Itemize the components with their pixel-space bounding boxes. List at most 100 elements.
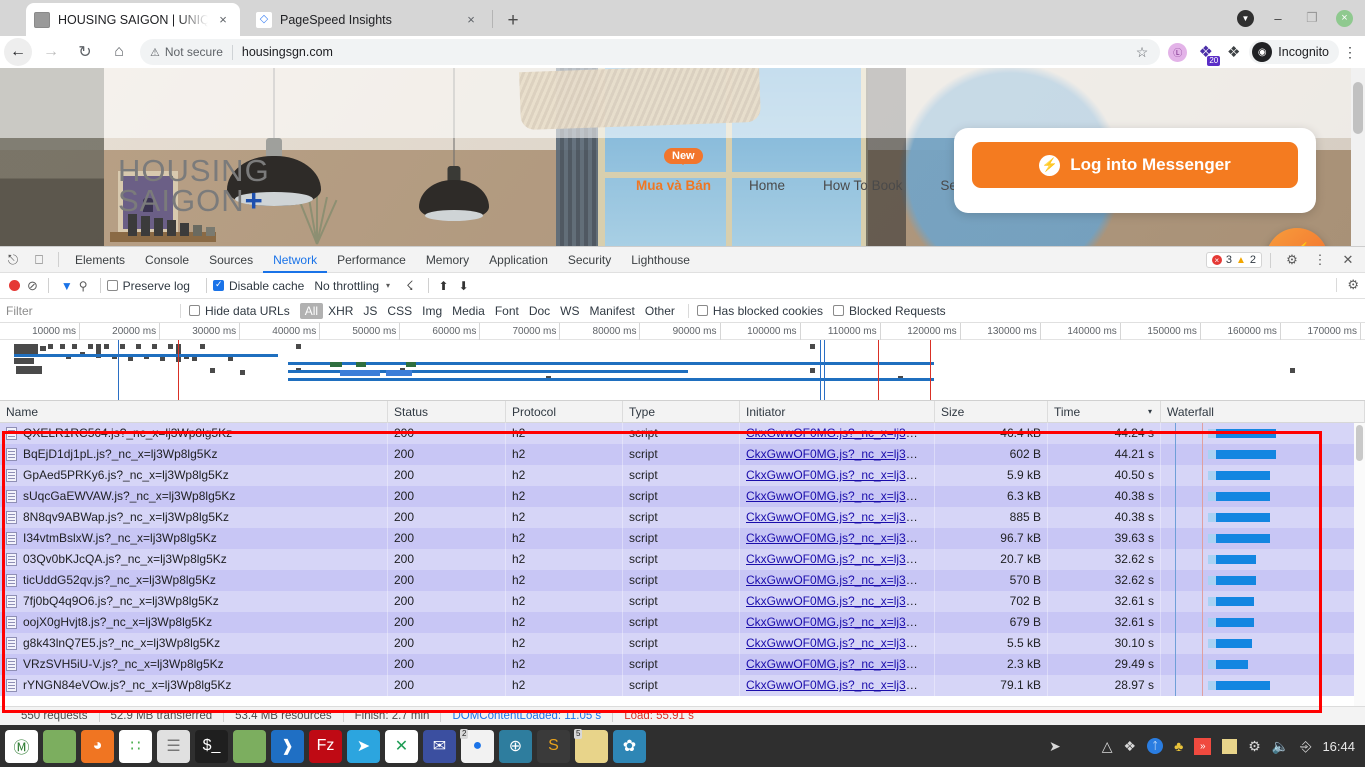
table-row[interactable]: 03Qv0bKJcQA.js?_nc_x=lj3Wp8lg5Kz 200 h2 scr… bbox=[0, 549, 1365, 570]
initiator-link[interactable]: CkxGwwOF0MG.js?_nc_x=lj3Wp... bbox=[746, 552, 934, 566]
maximize-button[interactable]: ❐ bbox=[1302, 8, 1322, 28]
table-row[interactable]: I34vtmBslxW.js?_nc_x=lj3Wp8lg5Kz 200 h2 scr… bbox=[0, 528, 1365, 549]
chrome-icon[interactable]: ● 2 bbox=[460, 728, 494, 763]
browser-tab-pagespeed-insights[interactable]: ◇ PageSpeed Insights × bbox=[248, 3, 488, 36]
cell-initiator[interactable]: CkxGwwOF0MG.js?_nc_x=lj3Wp... bbox=[740, 486, 935, 507]
initiator-link[interactable]: CkxGwwOF0MG.js?_nc_x=lj3Wp... bbox=[746, 573, 934, 587]
type-filter-media[interactable]: Media bbox=[447, 303, 490, 319]
page-scrollbar[interactable] bbox=[1351, 68, 1365, 246]
vscode-icon[interactable]: ❱ bbox=[271, 729, 304, 763]
cell-name[interactable]: GpAed5PRKy6.js?_nc_x=lj3Wp8lg5Kz bbox=[0, 465, 388, 486]
filter-input[interactable] bbox=[0, 298, 172, 323]
table-row[interactable]: g8k43lnQ7E5.js?_nc_x=lj3Wp8lg5Kz 200 h2 scr… bbox=[0, 633, 1365, 654]
insync-icon[interactable]: » bbox=[1194, 737, 1212, 755]
initiator-link[interactable]: CkxGwwOF0MG.js?_nc_x=lj3Wp... bbox=[746, 426, 934, 440]
initiator-link[interactable]: CkxGwwOF0MG.js?_nc_x=lj3Wp... bbox=[746, 447, 934, 461]
tab-sources[interactable]: Sources bbox=[199, 247, 263, 273]
hide-data-urls-checkbox[interactable]: Hide data URLs bbox=[189, 304, 290, 318]
cell-name[interactable]: 03Qv0bKJcQA.js?_nc_x=lj3Wp8lg5Kz bbox=[0, 549, 388, 570]
cell-initiator[interactable]: CkxGwwOF0MG.js?_nc_x=lj3Wp... bbox=[740, 612, 935, 633]
telegram-icon[interactable]: ➤ bbox=[347, 729, 380, 763]
lastpass-extension-icon[interactable]: Ⓛ bbox=[1168, 42, 1188, 62]
close-icon[interactable]: × bbox=[214, 11, 232, 29]
browser-tab-housing-saigon[interactable]: HOUSING SAIGON | UNIQUE A × bbox=[26, 3, 240, 36]
type-filter-manifest[interactable]: Manifest bbox=[585, 303, 640, 319]
app-grid-icon[interactable]: ∷ bbox=[119, 729, 152, 763]
tab-memory[interactable]: Memory bbox=[416, 247, 479, 273]
initiator-link[interactable]: CkxGwwOF0MG.js?_nc_x=lj3Wp... bbox=[746, 615, 934, 629]
browser-menu-button[interactable]: ⋮ bbox=[1339, 44, 1361, 61]
back-button[interactable]: ← bbox=[4, 38, 32, 66]
mail-icon[interactable]: ✉ bbox=[423, 729, 456, 763]
site-nav-item-home[interactable]: Home bbox=[749, 178, 785, 193]
table-row[interactable]: sUqcGaEWVAW.js?_nc_x=lj3Wp8lg5Kz 200 h2 scr… bbox=[0, 486, 1365, 507]
clipboard-icon[interactable]: ⎆ bbox=[1300, 738, 1311, 755]
restore-tabs-icon[interactable]: ▼ bbox=[1237, 9, 1254, 27]
settings-toggles-icon[interactable]: ☰ bbox=[157, 729, 190, 763]
minimize-button[interactable]: – bbox=[1268, 8, 1288, 28]
close-window-button[interactable]: × bbox=[1336, 9, 1353, 27]
bookmark-star-icon[interactable]: ☆ bbox=[1136, 44, 1151, 61]
blocked-requests-checkbox[interactable]: Blocked Requests bbox=[832, 304, 946, 318]
close-icon[interactable]: × bbox=[462, 11, 480, 29]
cell-initiator[interactable]: CkxGwwOF0MG.js?_nc_x=lj3Wp... bbox=[740, 465, 935, 486]
gimp-icon[interactable]: ✿ bbox=[613, 729, 646, 763]
globe-network-icon[interactable]: ⊕ bbox=[499, 729, 532, 763]
type-filter-ws[interactable]: WS bbox=[555, 303, 584, 319]
security-status[interactable]: ⚠ Not secure bbox=[150, 45, 223, 59]
type-filter-xhr[interactable]: XHR bbox=[323, 303, 358, 319]
initiator-link[interactable]: CkxGwwOF0MG.js?_nc_x=lj3Wp... bbox=[746, 678, 934, 692]
type-filter-img[interactable]: Img bbox=[417, 303, 447, 319]
tab-console[interactable]: Console bbox=[135, 247, 199, 273]
initiator-link[interactable]: CkxGwwOF0MG.js?_nc_x=lj3Wp... bbox=[746, 594, 934, 608]
table-row[interactable]: oojX0gHvjt8.js?_nc_x=lj3Wp8lg5Kz 200 h2 scr… bbox=[0, 612, 1365, 633]
site-nav-item-how-to-book[interactable]: How To Book bbox=[823, 178, 902, 193]
has-blocked-cookies-checkbox[interactable]: Has blocked cookies bbox=[696, 304, 823, 318]
cell-name[interactable]: BqEjD1dj1pL.js?_nc_x=lj3Wp8lg5Kz bbox=[0, 444, 388, 465]
cell-initiator[interactable]: CkxGwwOF0MG.js?_nc_x=lj3Wp... bbox=[740, 444, 935, 465]
tab-performance[interactable]: Performance bbox=[327, 247, 416, 273]
table-row[interactable]: rYNGN84eVOw.js?_nc_x=lj3Wp8lg5Kz 200 h2 scr… bbox=[0, 675, 1365, 696]
colors-tray-icon[interactable]: ♣ bbox=[1174, 738, 1183, 754]
disable-cache-checkbox[interactable]: Disable cache bbox=[212, 279, 304, 293]
initiator-link[interactable]: CkxGwwOF0MG.js?_nc_x=lj3Wp... bbox=[746, 657, 934, 671]
inspect-element-icon[interactable]: ⎋ bbox=[0, 247, 26, 273]
type-filter-all[interactable]: All bbox=[299, 302, 324, 319]
address-bar[interactable]: ⚠ Not secure housingsgn.com ☆ bbox=[140, 39, 1161, 65]
filter-funnel-icon[interactable]: ▼ bbox=[61, 279, 73, 293]
column-header-size[interactable]: Size bbox=[935, 400, 1048, 423]
tab-elements[interactable]: Elements bbox=[65, 247, 135, 273]
type-filter-js[interactable]: JS bbox=[358, 303, 382, 319]
gear-icon[interactable]: ⚙ bbox=[1279, 247, 1305, 273]
cell-name[interactable]: oojX0gHvjt8.js?_nc_x=lj3Wp8lg5Kz bbox=[0, 612, 388, 633]
tab-network[interactable]: Network bbox=[263, 247, 327, 273]
firefox-icon[interactable]: ◕ bbox=[81, 729, 114, 763]
dropbox-icon[interactable]: ❖ bbox=[1124, 738, 1137, 755]
issues-counter[interactable]: × 3 ▲ 2 bbox=[1205, 252, 1262, 268]
initiator-link[interactable]: CkxGwwOF0MG.js?_nc_x=lj3Wp... bbox=[746, 468, 934, 482]
linux-mint-menu-icon[interactable]: Ⓜ bbox=[5, 729, 38, 763]
import-har-icon[interactable]: ⬆ bbox=[439, 279, 449, 293]
tab-security[interactable]: Security bbox=[558, 247, 621, 273]
close-icon[interactable]: ✕ bbox=[1335, 247, 1361, 273]
initiator-link[interactable]: CkxGwwOF0MG.js?_nc_x=lj3Wp... bbox=[746, 510, 934, 524]
extensions-puzzle-icon[interactable]: ❖ bbox=[1224, 43, 1243, 62]
initiator-link[interactable]: CkxGwwOF0MG.js?_nc_x=lj3Wp... bbox=[746, 636, 934, 650]
sublime-text-icon[interactable]: S bbox=[537, 729, 570, 763]
notes-tray-icon[interactable] bbox=[1222, 738, 1238, 754]
cell-initiator[interactable]: CkxGwwOF0MG.js?_nc_x=lj3Wp... bbox=[740, 654, 935, 675]
files-green-icon[interactable] bbox=[43, 729, 76, 763]
volume-muted-icon[interactable]: 🔈 bbox=[1272, 738, 1289, 755]
taskbar-clock[interactable]: 16:44 bbox=[1322, 739, 1355, 754]
cell-name[interactable]: g8k43lnQ7E5.js?_nc_x=lj3Wp8lg5Kz bbox=[0, 633, 388, 654]
export-har-icon[interactable]: ⬇ bbox=[459, 279, 469, 293]
throttling-dropdown[interactable]: No throttling ▾ bbox=[314, 279, 390, 293]
table-row[interactable]: BqEjD1dj1pL.js?_nc_x=lj3Wp8lg5Kz 200 h2 scr… bbox=[0, 444, 1365, 465]
cell-initiator[interactable]: CkxGwwOF0MG.js?_nc_x=lj3Wp... bbox=[740, 528, 935, 549]
cell-name[interactable]: 8N8qv9ABWap.js?_nc_x=lj3Wp8lg5Kz bbox=[0, 507, 388, 528]
cell-initiator[interactable]: CkxGwwOF0MG.js?_nc_x=lj3Wp... bbox=[740, 423, 935, 444]
clear-network-log-icon[interactable]: ⊘ bbox=[27, 278, 38, 294]
cell-initiator[interactable]: CkxGwwOF0MG.js?_nc_x=lj3Wp... bbox=[740, 633, 935, 654]
shield-security-icon[interactable]: △ bbox=[1102, 738, 1113, 755]
cell-name[interactable]: ticUddG52qv.js?_nc_x=lj3Wp8lg5Kz bbox=[0, 570, 388, 591]
